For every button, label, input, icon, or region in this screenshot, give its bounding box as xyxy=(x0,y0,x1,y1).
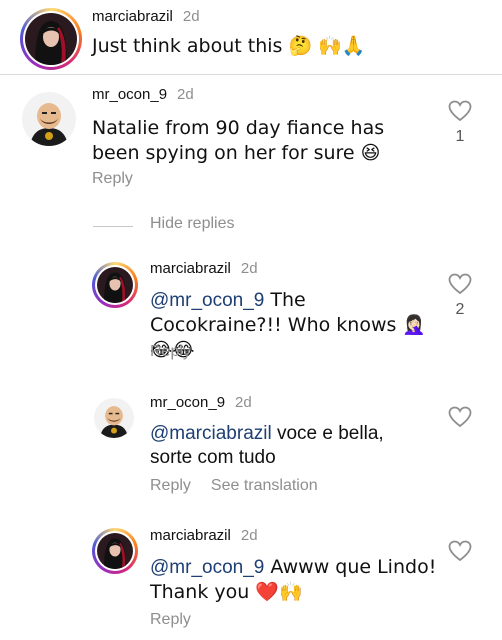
username[interactable]: marciabrazil xyxy=(150,260,231,277)
see-translation-button[interactable]: See translation xyxy=(211,477,318,494)
reply-button[interactable]: Reply xyxy=(150,477,191,494)
like-count: 2 xyxy=(455,301,465,318)
divider xyxy=(0,74,502,75)
avatar-story-ring[interactable] xyxy=(92,262,138,308)
username[interactable]: mr_ocon_9 xyxy=(92,86,167,103)
timestamp: 2d xyxy=(177,86,194,103)
woman-avatar-icon xyxy=(97,267,133,303)
comment-text: @mr_ocon_9 The Cocokraine?!! Who knows 🤦… xyxy=(150,289,427,361)
reply-button[interactable]: Reply xyxy=(150,343,191,361)
username[interactable]: marciabrazil xyxy=(92,8,173,25)
heart-icon[interactable] xyxy=(448,100,472,122)
avatar xyxy=(97,267,133,303)
avatar[interactable] xyxy=(94,398,134,438)
comment-text: Natalie from 90 day fiance has been spyi… xyxy=(92,117,385,164)
avatar xyxy=(97,533,133,569)
mention-link[interactable]: @mr_ocon_9 xyxy=(150,290,264,311)
comment-text: Just think about this 🤔 🙌🙏 xyxy=(92,35,366,57)
reply-button[interactable]: Reply xyxy=(92,170,133,188)
heart-icon[interactable] xyxy=(448,540,472,562)
woman-avatar-icon xyxy=(25,13,77,65)
avatar-story-ring[interactable] xyxy=(20,8,82,70)
hide-replies-button[interactable]: Hide replies xyxy=(150,215,234,233)
mention-link[interactable]: @marciabrazil xyxy=(150,423,272,444)
comment-text: @marciabrazil voce e bella, sorte com tu… xyxy=(150,423,384,468)
like-count: 1 xyxy=(455,128,465,145)
comment-text: @mr_ocon_9 Awww que Lindo! Thank you ❤️🙌 xyxy=(150,556,437,603)
timestamp: 2d xyxy=(235,394,252,411)
timestamp: 2d xyxy=(182,8,200,25)
timestamp: 2d xyxy=(240,260,258,277)
heart-icon[interactable] xyxy=(448,273,472,295)
replies-divider-line xyxy=(93,226,133,227)
woman-avatar-icon xyxy=(97,533,133,569)
avatar xyxy=(25,13,77,65)
username[interactable]: mr_ocon_9 xyxy=(150,394,225,411)
reply-button[interactable]: Reply xyxy=(150,611,191,629)
cartoon-man-avatar-icon xyxy=(22,92,76,146)
mention-link[interactable]: @mr_ocon_9 xyxy=(150,557,264,578)
username[interactable]: marciabrazil xyxy=(150,527,231,544)
timestamp: 2d xyxy=(240,527,258,544)
cartoon-man-avatar-icon xyxy=(94,398,134,438)
avatar-story-ring[interactable] xyxy=(92,528,138,574)
avatar[interactable] xyxy=(22,92,76,146)
heart-icon[interactable] xyxy=(448,406,472,428)
